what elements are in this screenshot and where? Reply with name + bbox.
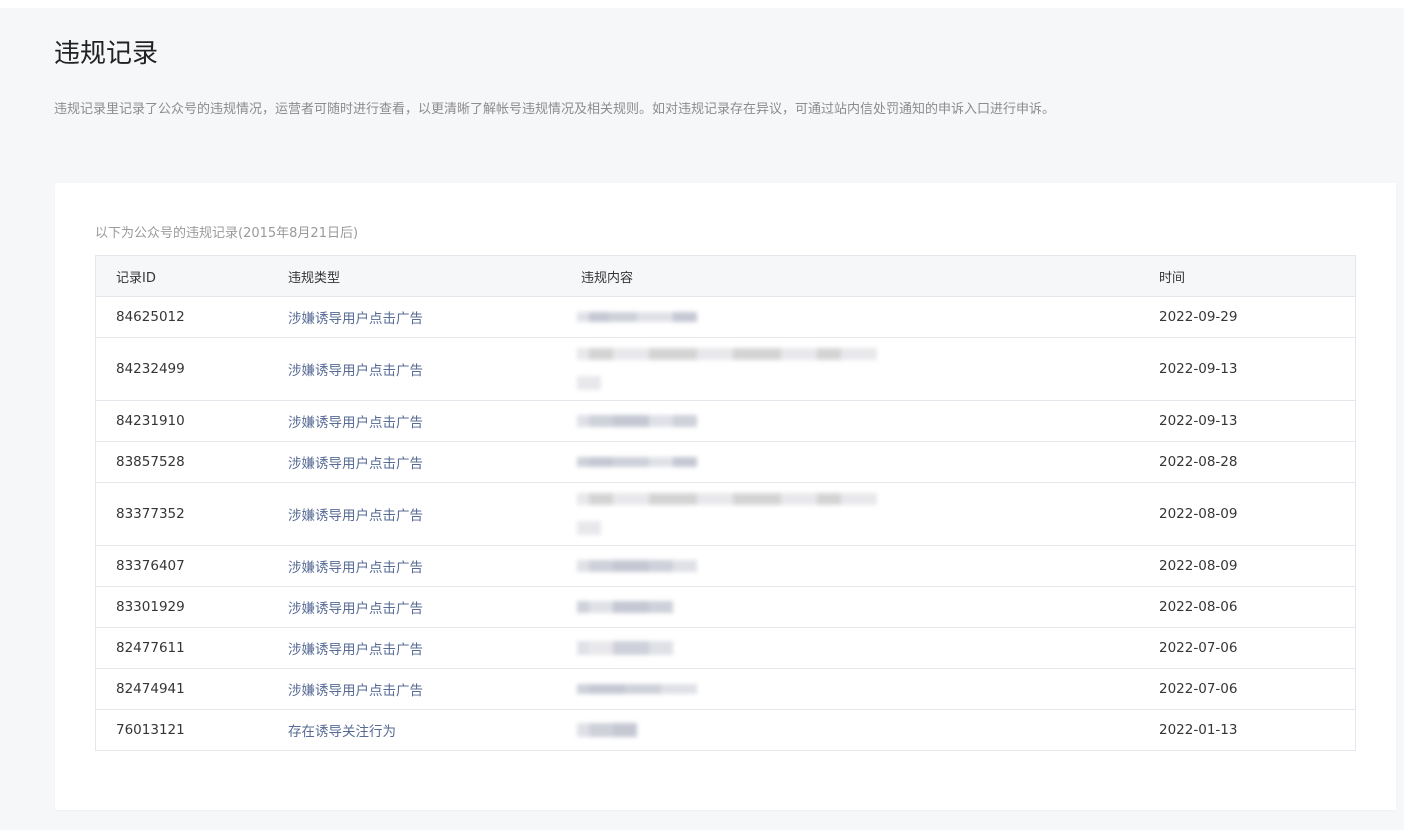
redacted-blur (577, 560, 697, 576)
table-row: 83376407 涉嫌诱导用户点击广告 2022-08-09 (96, 546, 1355, 587)
violation-content-redacted (561, 442, 1139, 482)
redacted-blur (577, 493, 877, 537)
violation-type-link[interactable]: 涉嫌诱导用户点击广告 (268, 411, 561, 431)
column-header-content: 违规内容 (581, 270, 634, 286)
redacted-blur (577, 601, 673, 617)
page-title: 违规记录 (54, 39, 159, 69)
record-time: 2022-07-06 (1159, 640, 1238, 656)
table-row: 82477611 涉嫌诱导用户点击广告 2022-07-06 (96, 628, 1355, 669)
violation-type-link[interactable]: 涉嫌诱导用户点击广告 (268, 504, 561, 524)
violation-content-redacted (561, 297, 1139, 337)
record-time: 2022-01-13 (1159, 722, 1238, 738)
record-time: 2022-08-06 (1159, 599, 1238, 615)
table-row: 83857528 涉嫌诱导用户点击广告 2022-08-28 (96, 442, 1355, 483)
table-body: 84625012 涉嫌诱导用户点击广告 2022-09-29 84232499 涉嫌诱导… (96, 297, 1355, 750)
table-row: 83301929 涉嫌诱导用户点击广告 2022-08-06 (96, 587, 1355, 628)
violation-records-table: 记录ID 违规类型 违规内容 时间 84625012 涉嫌诱导用户点击广告 2022… (95, 255, 1356, 751)
violation-content-redacted (561, 587, 1139, 627)
record-id: 84231910 (116, 413, 185, 429)
redacted-blur (577, 312, 697, 328)
table-caption: 以下为公众号的违规记录(2015年8月21日后) (95, 226, 359, 241)
table-row: 84231910 涉嫌诱导用户点击广告 2022-09-13 (96, 401, 1355, 442)
violation-content-redacted (561, 669, 1139, 709)
record-time: 2022-08-09 (1159, 558, 1238, 574)
record-id: 84232499 (116, 361, 185, 377)
violation-content-redacted (561, 546, 1139, 586)
record-id: 82474941 (116, 681, 185, 697)
table-header: 记录ID 违规类型 违规内容 时间 (96, 256, 1355, 297)
record-time: 2022-08-09 (1159, 506, 1238, 522)
record-time: 2022-09-13 (1159, 413, 1238, 429)
redacted-blur (577, 415, 697, 431)
record-id: 83377352 (116, 506, 185, 522)
violation-content-redacted (561, 483, 1139, 545)
violation-type-link[interactable]: 涉嫌诱导用户点击广告 (268, 359, 561, 379)
violation-type-link[interactable]: 涉嫌诱导用户点击广告 (268, 638, 561, 658)
violation-type-link[interactable]: 涉嫌诱导用户点击广告 (268, 307, 561, 327)
column-header-type: 违规类型 (288, 270, 341, 286)
top-header-strip (0, 0, 1404, 8)
redacted-blur (577, 457, 697, 473)
table-row: 84232499 涉嫌诱导用户点击广告 2022-09-13 (96, 338, 1355, 401)
redacted-blur (577, 348, 877, 392)
records-card: 以下为公众号的违规记录(2015年8月21日后) 记录ID 违规类型 违规内容 … (55, 183, 1396, 810)
violation-content-redacted (561, 401, 1139, 441)
violation-type-link[interactable]: 涉嫌诱导用户点击广告 (268, 597, 561, 617)
table-row: 82474941 涉嫌诱导用户点击广告 2022-07-06 (96, 669, 1355, 710)
violation-content-redacted (561, 338, 1139, 400)
redacted-blur (577, 684, 697, 700)
record-id: 83376407 (116, 558, 185, 574)
column-header-id: 记录ID (116, 270, 156, 286)
redacted-blur (577, 641, 673, 657)
table-row: 84625012 涉嫌诱导用户点击广告 2022-09-29 (96, 297, 1355, 338)
redacted-blur (577, 723, 637, 739)
violation-type-link[interactable]: 涉嫌诱导用户点击广告 (268, 556, 561, 576)
record-id: 83857528 (116, 454, 185, 470)
table-row: 76013121 存在诱导关注行为 2022-01-13 (96, 710, 1355, 750)
record-id: 76013121 (116, 722, 185, 738)
violation-type-link[interactable]: 涉嫌诱导用户点击广告 (268, 452, 561, 472)
violation-content-redacted (561, 710, 1139, 750)
violation-type-link[interactable]: 涉嫌诱导用户点击广告 (268, 679, 561, 699)
record-id: 83301929 (116, 599, 185, 615)
page-description: 违规记录里记录了公众号的违规情况，运营者可随时进行查看，以更清晰了解帐号违规情况… (54, 102, 1056, 117)
record-time: 2022-09-29 (1159, 309, 1238, 325)
violation-content-redacted (561, 628, 1139, 668)
violation-type-link[interactable]: 存在诱导关注行为 (268, 720, 561, 740)
column-header-time: 时间 (1159, 270, 1186, 286)
record-time: 2022-08-28 (1159, 454, 1238, 470)
record-time: 2022-09-13 (1159, 361, 1238, 377)
table-row: 83377352 涉嫌诱导用户点击广告 2022-08-09 (96, 483, 1355, 546)
record-time: 2022-07-06 (1159, 681, 1238, 697)
record-id: 82477611 (116, 640, 185, 656)
record-id: 84625012 (116, 309, 185, 325)
